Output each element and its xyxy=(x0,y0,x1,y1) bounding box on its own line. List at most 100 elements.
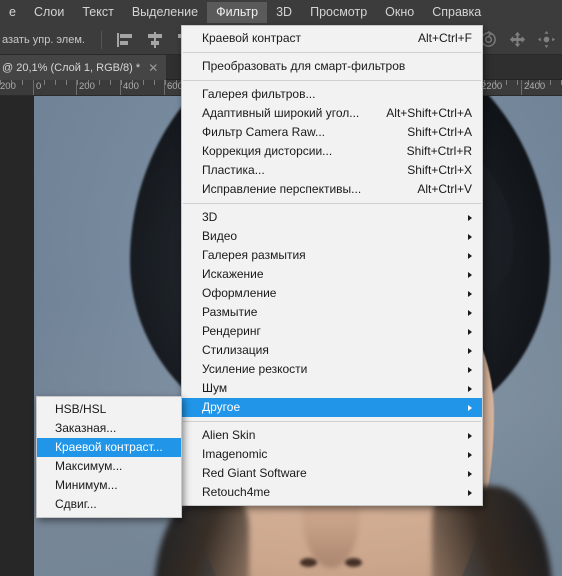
submenu-arrow-icon xyxy=(468,271,472,278)
ruler-label: 400 xyxy=(123,81,139,92)
submenu-item-label: Минимум... xyxy=(55,478,118,492)
menu-item-shortcut: Shift+Ctrl+R xyxy=(406,144,472,158)
menu-item-label: Галерея фильтров... xyxy=(202,87,316,101)
ruler-tick xyxy=(66,80,67,85)
menu-item[interactable]: Искажение xyxy=(182,265,482,284)
ruler-label: 200 xyxy=(0,81,16,92)
ruler-tick xyxy=(99,80,100,85)
menu-item[interactable]: Imagenomic xyxy=(182,445,482,464)
toolbar-separator xyxy=(100,30,102,49)
submenu-item[interactable]: HSB/HSL xyxy=(37,400,181,419)
submenu-item[interactable]: Заказная... xyxy=(37,419,181,438)
menubar-item-1[interactable]: Слои xyxy=(25,2,73,24)
submenu-arrow-icon xyxy=(468,328,472,335)
ruler-major-tick xyxy=(120,80,121,95)
menubar-item-0[interactable]: e xyxy=(0,2,25,24)
menu-item[interactable]: Коррекция дисторсии... Shift+Ctrl+R xyxy=(182,142,482,161)
menu-item[interactable]: Видео xyxy=(182,227,482,246)
submenu-arrow-icon xyxy=(468,470,472,477)
close-icon[interactable]: ✕ xyxy=(148,62,158,74)
menu-item-label: Оформление xyxy=(202,286,277,300)
menubar-item-8[interactable]: Справка xyxy=(423,2,490,24)
ruler-tick xyxy=(506,80,507,85)
menu-item[interactable]: Retouch4me xyxy=(182,483,482,502)
photoshop-window: e Слои Текст Выделение Фильтр 3D Просмотр Окно С… xyxy=(0,0,562,576)
submenu-arrow-icon xyxy=(468,432,472,439)
menu-item-label: Исправление перспективы... xyxy=(202,182,362,196)
menu-separator xyxy=(183,80,481,81)
menu-item[interactable]: Шум xyxy=(182,379,482,398)
pan-3d-icon[interactable] xyxy=(508,30,527,49)
submenu-item-label: Краевой контраст... xyxy=(55,440,163,454)
menu-item[interactable]: Исправление перспективы... Alt+Ctrl+V xyxy=(182,180,482,199)
menu-item-label: Стилизация xyxy=(202,343,269,357)
menu-item-label: Alien Skin xyxy=(202,428,256,442)
submenu-item[interactable]: Сдвиг... xyxy=(37,495,181,514)
align-center-vertical-icon[interactable] xyxy=(145,30,165,50)
menu-item-label: Шум xyxy=(202,381,228,395)
ruler-tick xyxy=(143,80,144,85)
menu-item[interactable]: Рендеринг xyxy=(182,322,482,341)
submenu-item[interactable]: Максимум... xyxy=(37,457,181,476)
menu-item[interactable]: Усиление резкости xyxy=(182,360,482,379)
menu-item-label: Адаптивный широкий угол... xyxy=(202,106,360,120)
menu-item-label: Фильтр Camera Raw... xyxy=(202,125,326,139)
menu-item-shortcut: Shift+Ctrl+A xyxy=(407,125,472,139)
other-submenu[interactable]: HSB/HSL Заказная... Краевой контраст... Мак… xyxy=(36,396,182,518)
menu-item-label: Галерея размытия xyxy=(202,248,306,262)
submenu-item[interactable]: Минимум... xyxy=(37,476,181,495)
ruler-label: 2200 xyxy=(481,81,503,92)
submenu-arrow-icon xyxy=(468,233,472,240)
menu-item-selected[interactable]: Другое xyxy=(182,398,482,417)
ruler-major-tick xyxy=(33,80,34,95)
menu-item[interactable]: Краевой контраст Alt+Ctrl+F xyxy=(182,29,482,48)
submenu-arrow-icon xyxy=(468,489,472,496)
menu-item-shortcut: Alt+Ctrl+F xyxy=(417,31,472,45)
ruler-major-tick xyxy=(164,80,165,95)
menu-separator xyxy=(183,421,481,422)
menu-separator xyxy=(183,203,481,204)
submenu-item-selected[interactable]: Краевой контраст... xyxy=(37,438,181,457)
ruler-tick xyxy=(550,80,551,85)
menu-item[interactable]: Пластика... Shift+Ctrl+X xyxy=(182,161,482,180)
submenu-item-label: Сдвиг... xyxy=(55,497,97,511)
menubar-item-7[interactable]: Окно xyxy=(376,2,423,24)
menu-item[interactable]: Стилизация xyxy=(182,341,482,360)
menu-item[interactable]: Галерея фильтров... xyxy=(182,85,482,104)
align-left-icon[interactable] xyxy=(115,30,135,50)
ruler-tick xyxy=(55,80,56,85)
ruler-major-tick xyxy=(521,80,522,95)
slide-3d-icon[interactable] xyxy=(537,30,556,49)
menu-item[interactable]: Red Giant Software xyxy=(182,464,482,483)
submenu-arrow-icon xyxy=(468,451,472,458)
menu-item[interactable]: 3D xyxy=(182,208,482,227)
menubar-item-4[interactable]: Фильтр xyxy=(207,1,268,24)
ruler-tick xyxy=(110,80,111,85)
menu-item[interactable]: Фильтр Camera Raw... Shift+Ctrl+A xyxy=(182,123,482,142)
menu-item[interactable]: Преобразовать для смарт-фильтров xyxy=(182,57,482,76)
submenu-arrow-icon xyxy=(468,404,472,411)
menu-item[interactable]: Галерея размытия xyxy=(182,246,482,265)
menubar-item-5[interactable]: 3D xyxy=(267,2,301,24)
submenu-arrow-icon xyxy=(468,252,472,259)
menubar-item-2[interactable]: Текст xyxy=(73,2,122,24)
menubar-item-6[interactable]: Просмотр xyxy=(301,2,376,24)
menu-item-label: Размытие xyxy=(202,305,258,319)
menu-item[interactable]: Оформление xyxy=(182,284,482,303)
menu-item[interactable]: Alien Skin xyxy=(182,426,482,445)
ruler-tick xyxy=(77,80,78,85)
menu-item[interactable]: Размытие xyxy=(182,303,482,322)
filter-dropdown-menu[interactable]: Краевой контраст Alt+Ctrl+F Преобразовать … xyxy=(181,25,483,506)
menu-item-shortcut: Shift+Ctrl+X xyxy=(407,163,472,177)
ruler-tick xyxy=(154,80,155,85)
ruler-tick xyxy=(517,80,518,85)
submenu-arrow-icon xyxy=(468,309,472,316)
ruler-tick xyxy=(121,80,122,85)
menu-item-label: Рендеринг xyxy=(202,324,261,338)
document-tab[interactable]: @ 20,1% (Слой 1, RGB/8) * ✕ xyxy=(0,55,167,80)
submenu-arrow-icon xyxy=(468,385,472,392)
ruler-label: 200 xyxy=(79,81,95,92)
menu-item[interactable]: Адаптивный широкий угол... Alt+Shift+Ctrl… xyxy=(182,104,482,123)
menubar-item-3[interactable]: Выделение xyxy=(123,2,207,24)
menu-item-label: Imagenomic xyxy=(202,447,268,461)
